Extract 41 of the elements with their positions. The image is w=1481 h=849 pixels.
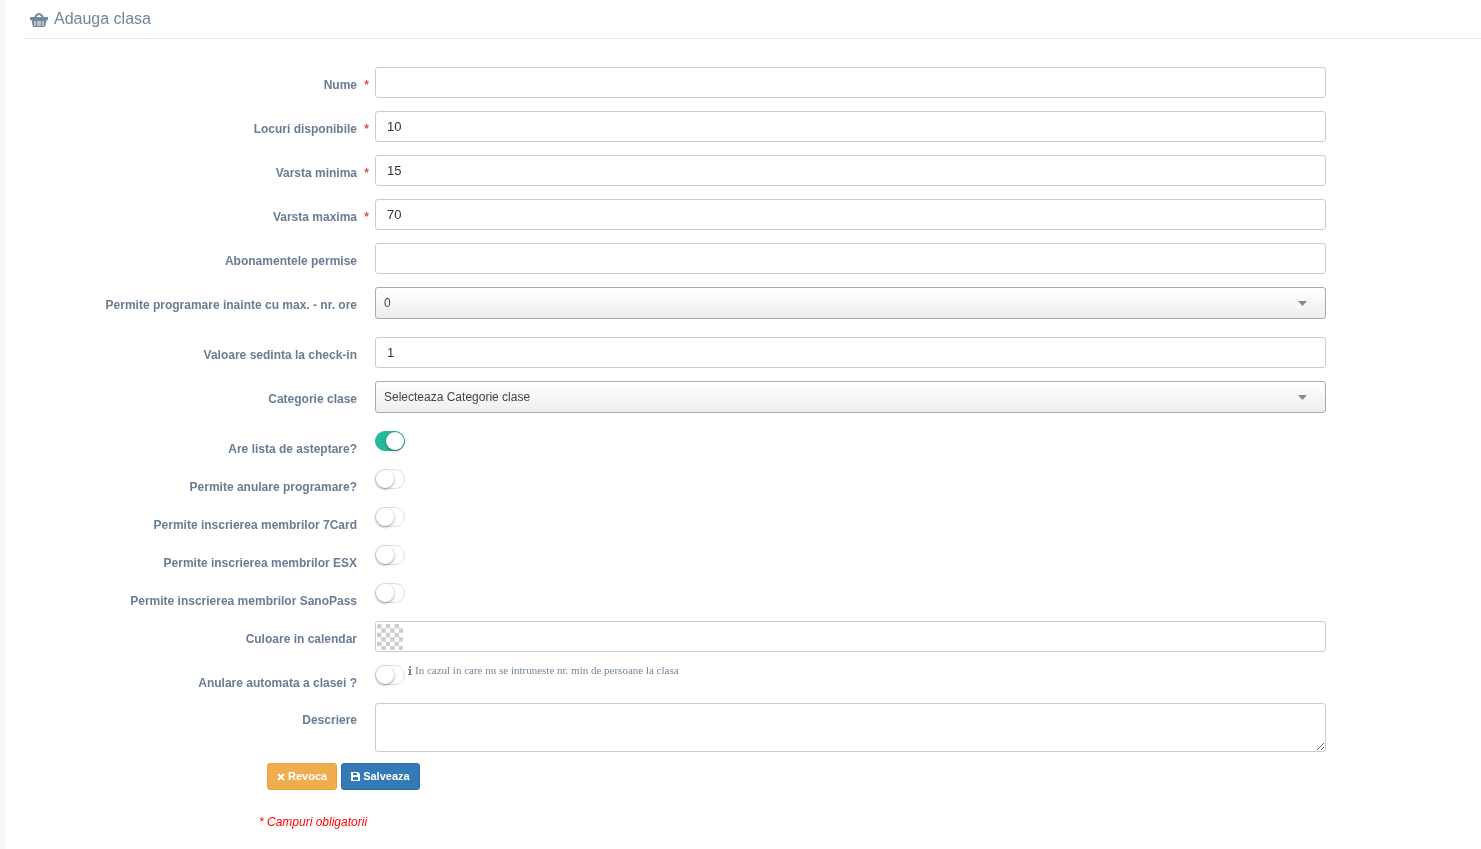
hint-text: In cazul in care nu se intruneste nr. min de persoane la clasa <box>415 663 679 678</box>
field-label: Varsta maxima <box>272 209 357 226</box>
field-label: Permite anulare programare? <box>189 479 357 496</box>
field-label: Permite programare inainte cu max. - nr. ore <box>105 297 357 314</box>
toggle-switch[interactable] <box>375 431 405 451</box>
required-asterisk: * <box>364 165 369 182</box>
text-field[interactable]: 15 <box>375 155 1326 186</box>
info-icon <box>408 665 412 675</box>
required-asterisk: * <box>364 121 369 138</box>
transparent-swatch-icon <box>377 623 403 650</box>
description-textarea[interactable] <box>375 703 1326 752</box>
field-label: Culoare in calendar <box>245 631 357 648</box>
field-label: Permite inscrierea membrilor SanoPass <box>130 593 357 610</box>
save-button[interactable]: Salveaza <box>341 763 420 790</box>
text-field[interactable]: 1 <box>375 337 1326 368</box>
field-label: Permite inscrierea membrilor 7Card <box>153 517 357 534</box>
field-label: Varsta minima <box>275 165 357 182</box>
close-icon <box>277 772 285 781</box>
basket-icon <box>30 11 48 27</box>
caret-icon <box>1298 394 1307 400</box>
select-dropdown[interactable]: Selecteaza Categorie clase <box>375 381 1326 413</box>
field-label: Categorie clase <box>268 391 357 408</box>
field-label: Anulare automata a clasei ? <box>198 675 357 692</box>
field-label: Valoare sedinta la check-in <box>203 347 357 364</box>
color-field[interactable] <box>375 621 1326 652</box>
field-label: Permite inscrierea membrilor ESX <box>163 555 357 572</box>
field-label: Nume <box>323 77 357 94</box>
text-field[interactable] <box>375 67 1326 98</box>
required-fields-note: * Campuri obligatorii <box>259 815 368 829</box>
required-asterisk: * <box>364 77 369 94</box>
field-label: Abonamentele permise <box>224 253 357 270</box>
select-dropdown[interactable]: 0 <box>375 287 1326 319</box>
field-label: Descriere <box>302 712 357 729</box>
text-field[interactable]: 10 <box>375 111 1326 142</box>
text-field[interactable] <box>375 243 1326 274</box>
required-asterisk: * <box>364 209 369 226</box>
field-label: Locuri disponibile <box>253 121 357 138</box>
field-label: Are lista de asteptare? <box>228 441 357 458</box>
caret-icon <box>1298 300 1307 306</box>
text-field[interactable]: 70 <box>375 199 1326 230</box>
page-title: Adauga clasa <box>54 9 151 29</box>
